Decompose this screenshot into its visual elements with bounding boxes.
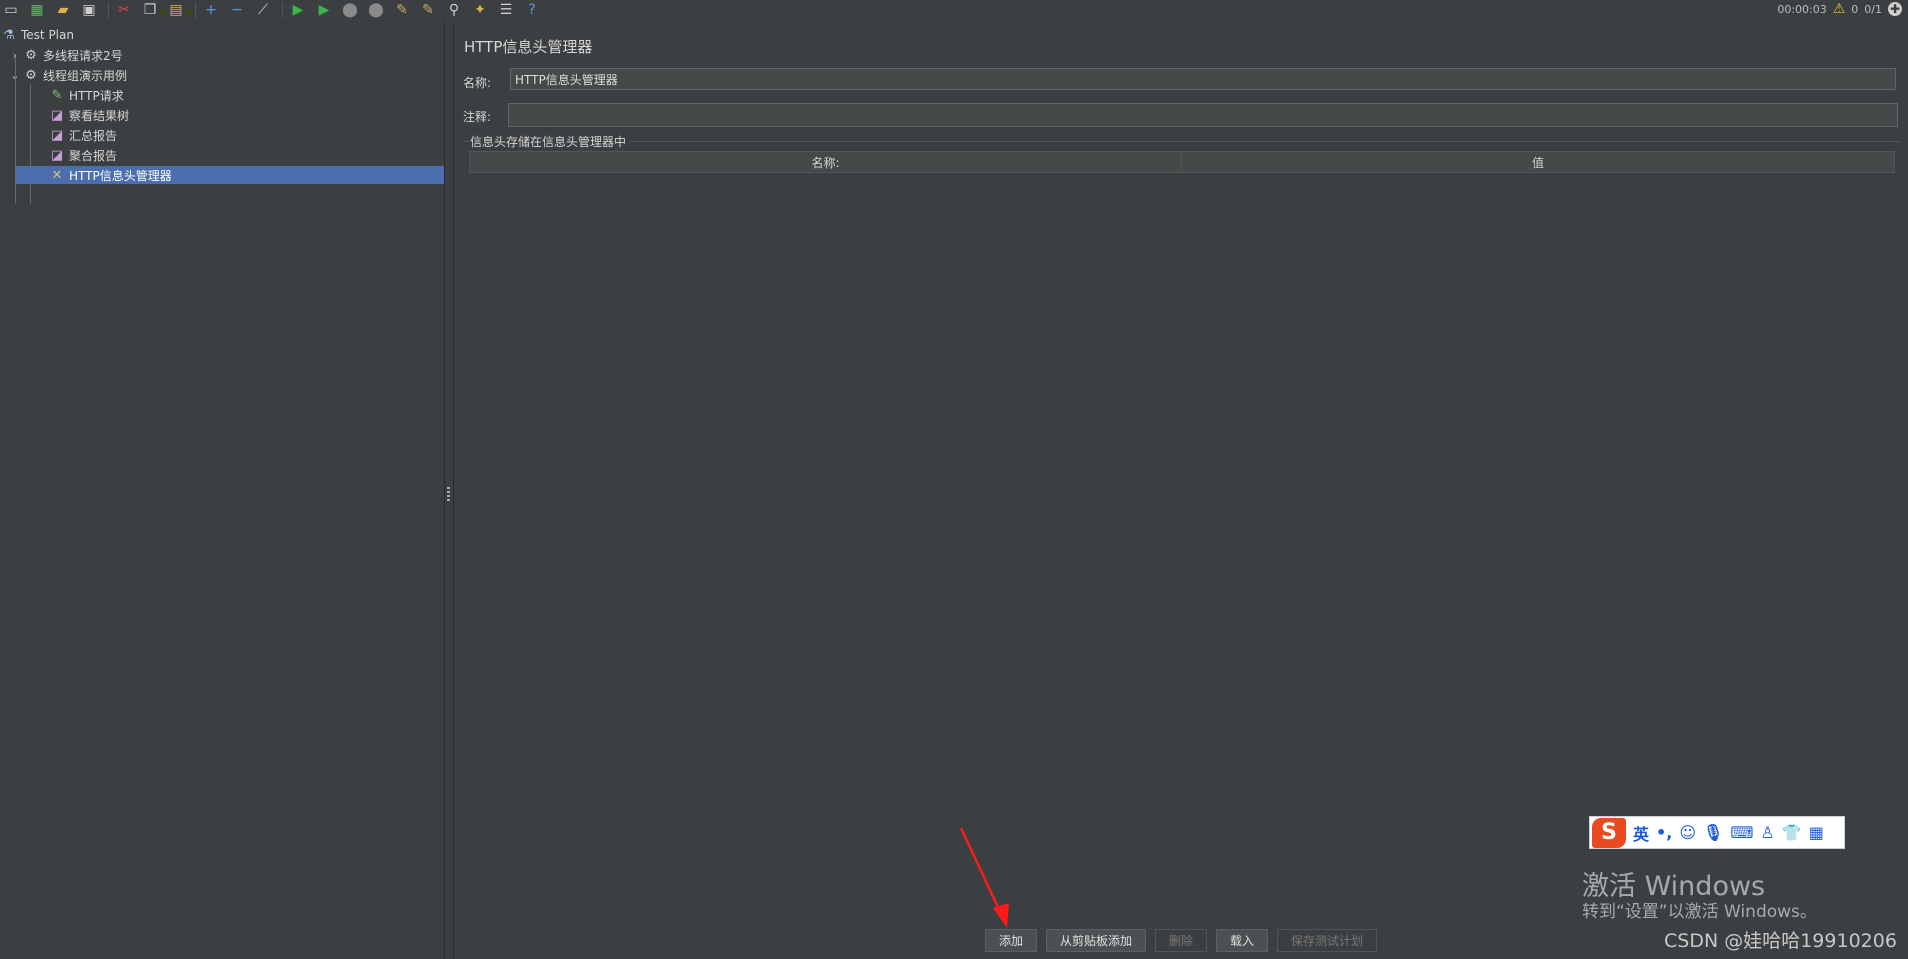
cut-icon[interactable]: ✂ bbox=[113, 1, 135, 19]
microphone-icon[interactable]: 🎙 bbox=[1703, 823, 1723, 842]
reset-search-icon[interactable]: ✦ bbox=[469, 1, 491, 19]
name-label: 名称: bbox=[463, 76, 492, 90]
headers-group-title: 信息头存储在信息头管理器中 bbox=[470, 133, 631, 150]
tree-node-summary-report[interactable]: ◪ 汇总报告 bbox=[48, 126, 117, 144]
tree-node-label: 汇总报告 bbox=[69, 128, 118, 143]
load-button[interactable]: 载入 bbox=[1216, 929, 1268, 952]
activate-windows-subtitle: 转到“设置”以激活 Windows。 bbox=[1582, 902, 1817, 922]
tree-node-header-manager[interactable]: ✕ HTTP信息头管理器 bbox=[16, 166, 444, 184]
start-icon[interactable]: ▶ bbox=[287, 1, 309, 19]
gear-icon: ⚙ bbox=[25, 67, 37, 83]
start-no-pause-icon[interactable]: ▶ bbox=[313, 1, 335, 19]
elapsed-time: 00:00:03 bbox=[1777, 2, 1827, 16]
help-icon[interactable]: ? bbox=[521, 1, 543, 19]
expand-icon[interactable]: + bbox=[200, 1, 222, 19]
toolbar-separator bbox=[108, 2, 109, 18]
sogou-logo-icon[interactable]: S bbox=[1592, 817, 1626, 848]
column-header-name[interactable]: 名称: bbox=[470, 152, 1182, 172]
new-icon[interactable]: ▭ bbox=[0, 1, 22, 19]
tree-node-label: 多线程请求2号 bbox=[43, 48, 123, 63]
skin-icon[interactable]: 👕 bbox=[1782, 823, 1802, 842]
panel-title: HTTP信息头管理器 bbox=[464, 38, 593, 56]
csdn-watermark: CSDN @娃哈哈19910206 bbox=[1664, 930, 1897, 952]
user-icon[interactable]: ♙ bbox=[1760, 823, 1774, 842]
toggle-icon[interactable]: ⟋ bbox=[252, 1, 274, 19]
add-button[interactable]: 添加 bbox=[985, 929, 1037, 952]
ime-mode[interactable]: 英 bbox=[1633, 821, 1649, 845]
delete-button[interactable]: 删除 bbox=[1155, 929, 1207, 952]
chart-icon: ◪ bbox=[50, 107, 64, 123]
tree-node-label: Test Plan bbox=[21, 28, 74, 42]
templates-icon[interactable]: ▦ bbox=[26, 1, 48, 19]
tree-node-label: HTTP请求 bbox=[69, 88, 124, 103]
tree-node-http-request[interactable]: ✎ HTTP请求 bbox=[48, 86, 124, 104]
emoji-icon[interactable]: ☺ bbox=[1679, 823, 1696, 842]
tree-node-thread-group-2[interactable]: ⌄ ⚙ 线程组演示用例 bbox=[8, 66, 127, 84]
tree-node-label: 察看结果树 bbox=[69, 108, 130, 123]
tree-node-aggregate-report[interactable]: ◪ 聚合报告 bbox=[48, 146, 117, 164]
tree-node-label: 线程组演示用例 bbox=[43, 68, 128, 83]
name-field[interactable] bbox=[510, 68, 1896, 90]
comment-label: 注释: bbox=[463, 110, 492, 124]
save-test-plan-button[interactable]: 保存测试计划 bbox=[1277, 929, 1377, 952]
test-plan-tree: ⚗ Test Plan › ⚙ 多线程请求2号 ⌄ ⚙ 线程组演示用例 ✎ HT… bbox=[0, 22, 444, 959]
tree-guide-line bbox=[30, 84, 31, 204]
open-icon[interactable]: ▰ bbox=[52, 1, 74, 19]
global-icon[interactable]: ✚ bbox=[1888, 2, 1902, 16]
function-helper-icon[interactable]: ☰ bbox=[495, 1, 517, 19]
tree-node-label: HTTP信息头管理器 bbox=[69, 168, 172, 183]
shutdown-icon[interactable]: ⬤ bbox=[365, 1, 387, 19]
chart-icon: ◪ bbox=[50, 147, 64, 163]
paste-icon[interactable]: ▤ bbox=[165, 1, 187, 19]
flask-icon: ⚗ bbox=[3, 27, 15, 43]
save-icon[interactable]: ▣ bbox=[78, 1, 100, 19]
copy-icon[interactable]: ❐ bbox=[139, 1, 161, 19]
comment-field[interactable] bbox=[508, 103, 1898, 127]
add-from-clipboard-button[interactable]: 从剪贴板添加 bbox=[1046, 929, 1146, 952]
warning-icon[interactable]: ⚠ bbox=[1833, 1, 1846, 17]
clear-all-icon[interactable]: ✎ bbox=[417, 1, 439, 19]
headers-table-header: 名称: 值 bbox=[469, 151, 1895, 173]
column-header-value[interactable]: 值 bbox=[1182, 152, 1894, 172]
search-icon[interactable]: ⚲ bbox=[443, 1, 465, 19]
group-border bbox=[463, 141, 1901, 142]
toolbar-separator bbox=[195, 2, 196, 18]
pen-icon: ✎ bbox=[51, 87, 63, 103]
tree-node-thread-group-1[interactable]: › ⚙ 多线程请求2号 bbox=[8, 46, 123, 64]
gear-icon: ⚙ bbox=[25, 47, 37, 63]
ime-punctuation[interactable]: •, bbox=[1656, 823, 1672, 842]
keyboard-icon[interactable]: ⌨ bbox=[1730, 823, 1753, 842]
stop-icon[interactable]: ⬤ bbox=[339, 1, 361, 19]
tree-node-test-plan[interactable]: ⚗ Test Plan bbox=[0, 26, 74, 44]
wrench-icon: ✕ bbox=[51, 167, 63, 183]
thread-count: 0/1 bbox=[1864, 2, 1882, 16]
clear-icon[interactable]: ✎ bbox=[391, 1, 413, 19]
grid-icon[interactable]: ▦ bbox=[1809, 823, 1824, 842]
tree-node-view-results-tree[interactable]: ◪ 察看结果树 bbox=[48, 106, 129, 124]
annotation-arrow bbox=[959, 827, 1009, 928]
ime-toolbar: S 英 •, ☺ 🎙 ⌨ ♙ 👕 ▦ bbox=[1589, 816, 1845, 849]
collapse-icon[interactable]: − bbox=[226, 1, 248, 19]
toolbar-separator bbox=[282, 2, 283, 18]
toolbar: ▭ ▦ ▰ ▣ ✂ ❐ ▤ + − ⟋ ▶ ▶ ⬤ ⬤ ✎ ✎ ⚲ ✦ ☰ ? … bbox=[0, 0, 1908, 20]
status-area: 00:00:03 ⚠ 0 0/1 ✚ bbox=[1777, 0, 1902, 18]
warning-count: 0 bbox=[1851, 2, 1859, 16]
splitter-grip[interactable] bbox=[447, 487, 450, 501]
tree-node-label: 聚合报告 bbox=[69, 148, 118, 163]
chart-icon: ◪ bbox=[50, 127, 64, 143]
